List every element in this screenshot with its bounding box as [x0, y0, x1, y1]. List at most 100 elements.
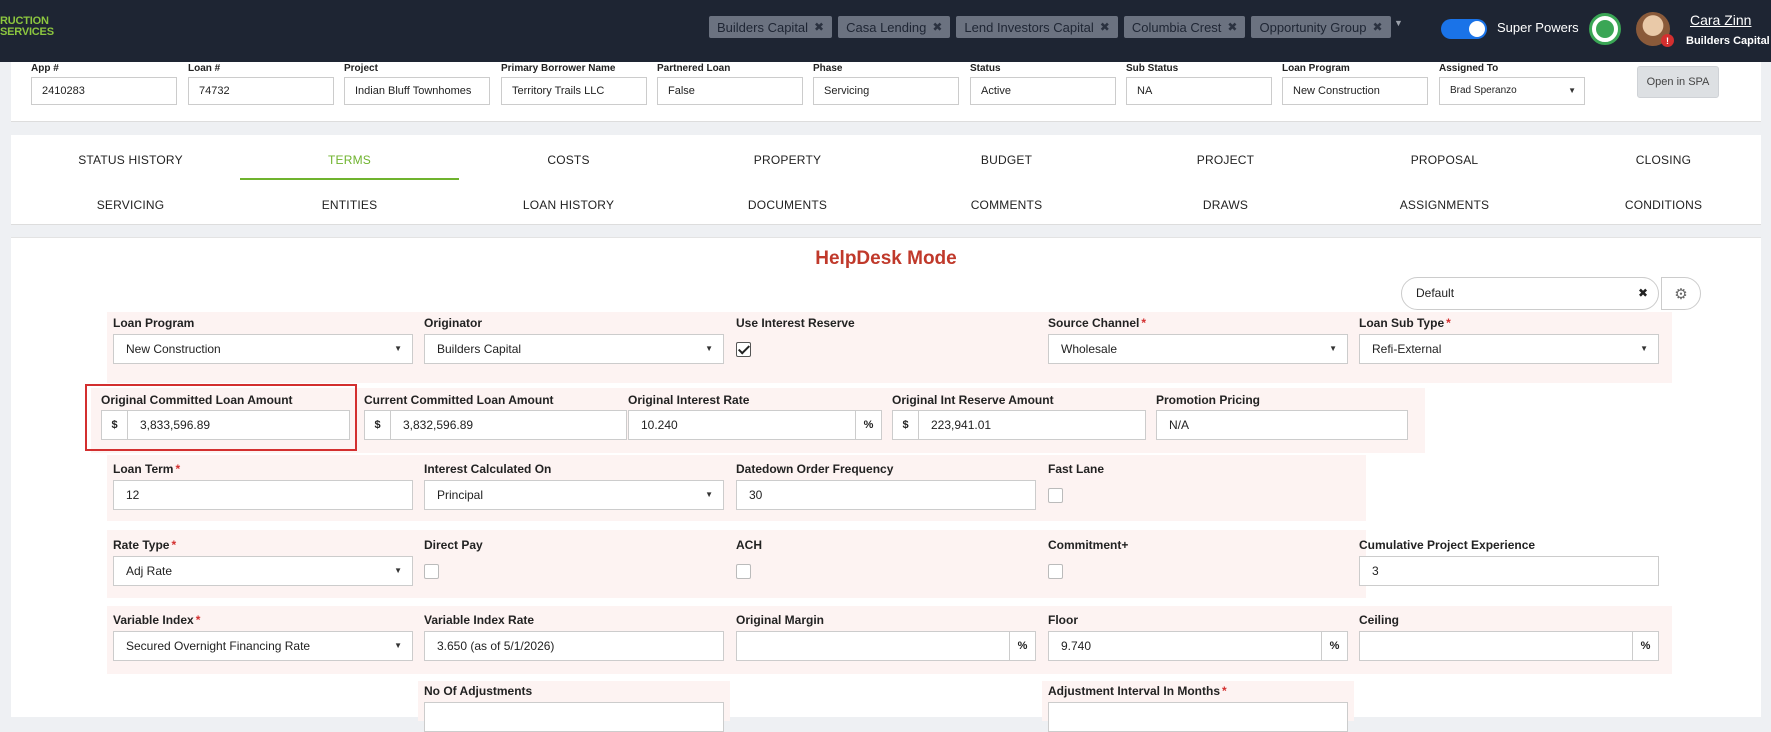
chip-opportunity-group[interactable]: Opportunity Group ✖ — [1251, 16, 1391, 38]
tab-conditions[interactable]: CONDITIONS — [1554, 198, 1771, 212]
status-input[interactable]: Active — [970, 77, 1116, 105]
notification-badge[interactable]: ! — [1661, 34, 1674, 47]
required-mark: * — [1141, 316, 1147, 330]
company-logo[interactable]: RUCTION SERVICES — [0, 16, 54, 38]
orig-committed-input[interactable]: $3,833,596.89 — [101, 410, 350, 440]
loan-number-input[interactable]: 74732 — [188, 77, 334, 105]
tab-servicing[interactable]: SERVICING — [21, 198, 240, 212]
tab-terms[interactable]: TERMS — [240, 153, 459, 167]
field-label: Phase — [813, 63, 843, 74]
tab-comments[interactable]: COMMENTS — [897, 198, 1116, 212]
chip-label: Builders Capital — [717, 19, 809, 35]
originator-select[interactable]: Builders Capital ▼ — [424, 334, 724, 364]
sub-status-input[interactable]: NA — [1126, 77, 1272, 105]
tab-closing[interactable]: CLOSING — [1554, 153, 1771, 167]
tab-entities[interactable]: ENTITIES — [240, 198, 459, 212]
orig-committed-label: Original Committed Loan Amount — [101, 393, 293, 407]
interest-calc-label: Interest Calculated On — [424, 462, 552, 476]
commitment-plus-label: Commitment+ — [1048, 538, 1129, 552]
commitment-plus-checkbox[interactable] — [1048, 564, 1063, 579]
tab-loan-history[interactable]: LOAN HISTORY — [459, 198, 678, 212]
percent-addon: % — [1632, 632, 1658, 660]
loan-term-input[interactable]: 12 — [113, 480, 413, 510]
curr-committed-label: Current Committed Loan Amount — [364, 393, 554, 407]
close-icon[interactable]: ✖ — [1638, 278, 1648, 309]
chip-builders-capital[interactable]: Builders Capital ✖ — [709, 16, 833, 38]
close-icon[interactable]: ✖ — [932, 20, 942, 34]
label-text: Source Channel — [1048, 316, 1140, 330]
direct-pay-label: Direct Pay — [424, 538, 483, 552]
phase-input[interactable]: Servicing — [813, 77, 959, 105]
loan-program-select[interactable]: New Construction ▼ — [113, 334, 413, 364]
fast-lane-checkbox[interactable] — [1048, 488, 1063, 503]
terms-panel: HelpDesk Mode Default ✖ ⚙ Loan Program Ne… — [11, 237, 1761, 732]
close-icon[interactable]: ✖ — [1227, 20, 1237, 34]
cum-exp-input[interactable]: 3 — [1359, 556, 1659, 586]
interest-calc-select[interactable]: Principal ▼ — [424, 480, 724, 510]
super-powers-toggle[interactable] — [1441, 19, 1487, 39]
loan-tabs: STATUS HISTORY TERMS COSTS PROPERTY BUDG… — [11, 135, 1761, 225]
chip-casa-lending[interactable]: Casa Lending ✖ — [838, 16, 951, 38]
header-loan-program-input[interactable]: New Construction — [1282, 77, 1428, 105]
caret-down-icon: ▼ — [394, 344, 402, 353]
no-adjustments-label: No Of Adjustments — [424, 684, 533, 698]
tab-documents[interactable]: DOCUMENTS — [678, 198, 897, 212]
assigned-to-select[interactable]: Brad Speranzo ▼ — [1439, 77, 1585, 105]
layout-select[interactable]: Default ✖ — [1401, 277, 1659, 310]
loan-program-label: Loan Program — [113, 316, 195, 330]
orig-rate-input[interactable]: 10.240% — [628, 410, 882, 440]
loan-sub-type-select[interactable]: Refi-External ▼ — [1359, 334, 1659, 364]
open-in-spa-button[interactable]: Open in SPA — [1637, 66, 1719, 98]
ceiling-input[interactable]: % — [1359, 631, 1659, 661]
promotion-label: Promotion Pricing — [1156, 393, 1261, 407]
caret-down-icon: ▼ — [705, 490, 713, 499]
ach-checkbox[interactable] — [736, 564, 751, 579]
source-channel-label: Source Channel * — [1048, 316, 1146, 330]
var-index-select[interactable]: Secured Overnight Financing Rate ▼ — [113, 631, 413, 661]
tab-assignments[interactable]: ASSIGNMENTS — [1335, 198, 1554, 212]
tab-costs[interactable]: COSTS — [459, 153, 678, 167]
user-status-icon[interactable] — [1589, 13, 1621, 45]
var-index-rate-input[interactable]: 3.650 (as of 5/1/2026) — [424, 631, 724, 661]
chip-lend-investors-capital[interactable]: Lend Investors Capital ✖ — [956, 16, 1118, 38]
app-number-input[interactable]: 2410283 — [31, 77, 177, 105]
chip-label: Columbia Crest — [1131, 19, 1222, 35]
tab-property[interactable]: PROPERTY — [678, 153, 897, 167]
close-icon[interactable]: ✖ — [1372, 20, 1382, 34]
tab-project[interactable]: PROJECT — [1116, 153, 1335, 167]
required-mark: * — [1222, 684, 1227, 698]
borrower-input[interactable]: Territory Trails LLC — [501, 77, 647, 105]
field-label: Loan # — [188, 63, 221, 74]
datedown-input[interactable]: 30 — [736, 480, 1036, 510]
partnered-loan-input[interactable]: False — [657, 77, 803, 105]
user-name-link[interactable]: Cara Zinn — [1690, 12, 1751, 28]
orig-int-reserve-input[interactable]: $223,941.01 — [892, 410, 1146, 440]
chip-columbia-crest[interactable]: Columbia Crest ✖ — [1123, 16, 1246, 38]
chevron-down-icon[interactable]: ▼ — [1394, 18, 1403, 28]
tab-budget[interactable]: BUDGET — [897, 153, 1116, 167]
tab-draws[interactable]: DRAWS — [1116, 198, 1335, 212]
no-adjustments-input[interactable] — [424, 702, 724, 732]
adj-interval-input[interactable] — [1048, 702, 1348, 732]
rate-type-select[interactable]: Adj Rate ▼ — [113, 556, 413, 586]
promotion-input[interactable]: N/A — [1156, 410, 1408, 440]
field-label: Partnered Loan — [657, 63, 731, 74]
loan-header: App # 2410283 Loan # 74732 Project India… — [11, 62, 1761, 122]
input-value: 3,832,596.89 — [403, 418, 474, 432]
gear-icon[interactable]: ⚙ — [1661, 277, 1701, 310]
tab-status-history[interactable]: STATUS HISTORY — [21, 153, 240, 167]
var-index-label: Variable Index * — [113, 613, 200, 627]
adj-interval-label: Adjustment Interval In Months * — [1048, 684, 1227, 698]
direct-pay-checkbox[interactable] — [424, 564, 439, 579]
close-icon[interactable]: ✖ — [814, 20, 824, 34]
source-channel-select[interactable]: Wholesale ▼ — [1048, 334, 1348, 364]
orig-margin-input[interactable]: % — [736, 631, 1036, 661]
close-icon[interactable]: ✖ — [1100, 20, 1110, 34]
input-value: 10.240 — [641, 418, 678, 432]
use-interest-reserve-checkbox[interactable] — [736, 342, 751, 357]
tab-proposal[interactable]: PROPOSAL — [1335, 153, 1554, 167]
project-input[interactable]: Indian Bluff Townhomes — [344, 77, 490, 105]
floor-input[interactable]: 9.740% — [1048, 631, 1348, 661]
loan-number-field: Loan # 74732 — [188, 62, 334, 105]
curr-committed-input[interactable]: $3,832,596.89 — [364, 410, 627, 440]
